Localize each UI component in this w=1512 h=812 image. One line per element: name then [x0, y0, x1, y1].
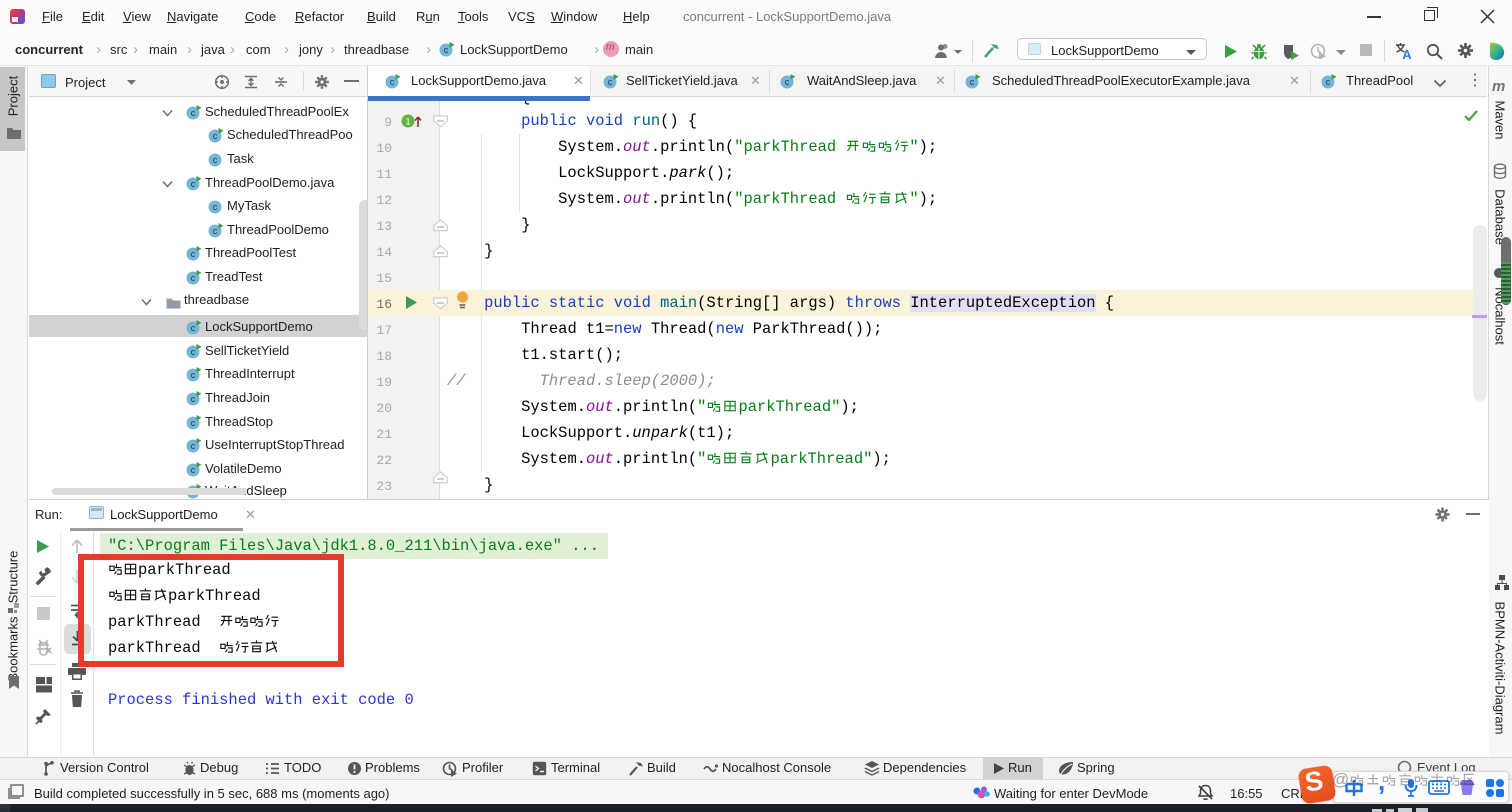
svg-text:A: A: [1402, 47, 1412, 60]
svg-text:1: 1: [405, 117, 410, 127]
